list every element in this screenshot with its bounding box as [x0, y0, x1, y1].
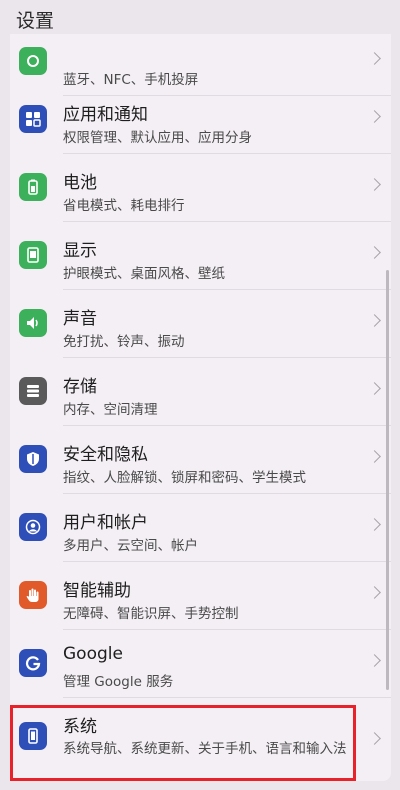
chevron-right-icon	[368, 586, 381, 599]
item-title: 智能辅助	[63, 581, 131, 601]
item-subtitle: 内存、空间清理	[63, 402, 158, 418]
chevron-right-icon	[368, 450, 381, 463]
item-subtitle: 护眼模式、桌面风格、壁纸	[63, 266, 225, 282]
chevron-right-icon	[368, 518, 381, 531]
shield-icon	[19, 445, 47, 473]
chevron-right-icon	[368, 314, 381, 327]
item-subtitle: 权限管理、默认应用、应用分身	[63, 130, 252, 146]
chevron-right-icon	[368, 246, 381, 259]
settings-item-apps[interactable]: 应用和通知 权限管理、默认应用、应用分身	[10, 86, 391, 154]
apps-grid-icon	[19, 105, 47, 133]
item-title: Google	[63, 644, 123, 664]
settings-item-accessibility[interactable]: 智能辅助 无障碍、智能识屏、手势控制	[10, 562, 391, 630]
settings-card: 蓝牙、NFC、手机投屏 应用和通知 权限管理、默认应用、应用分身 电池 省电模式…	[10, 16, 391, 781]
chevron-right-icon	[368, 52, 381, 65]
item-title: 用户和帐户	[63, 513, 148, 533]
item-subtitle: 指纹、人脸解锁、锁屏和密码、学生模式	[63, 470, 306, 486]
chevron-right-icon	[368, 732, 381, 745]
hand-icon	[19, 581, 47, 609]
chevron-right-icon	[368, 654, 381, 667]
item-title: 应用和通知	[63, 105, 148, 125]
item-subtitle: 省电模式、耗电排行	[63, 198, 185, 214]
item-title: 存储	[63, 377, 97, 397]
item-subtitle: 多用户、云空间、帐户	[63, 538, 198, 554]
battery-icon	[19, 173, 47, 201]
item-subtitle: 无障碍、智能识屏、手势控制	[63, 606, 239, 622]
settings-item-google[interactable]: Google 管理 Google 服务	[10, 630, 391, 698]
item-subtitle: 管理 Google 服务	[63, 674, 174, 690]
settings-item-users[interactable]: 用户和帐户 多用户、云空间、帐户	[10, 494, 391, 562]
user-icon	[19, 513, 47, 541]
highlight-box	[10, 705, 356, 781]
item-title: 电池	[63, 173, 97, 193]
storage-icon	[19, 377, 47, 405]
speaker-icon	[19, 309, 47, 337]
header: 设置	[0, 0, 400, 34]
item-subtitle: 蓝牙、NFC、手机投屏	[63, 72, 199, 88]
link-icon	[19, 47, 47, 75]
settings-item-storage[interactable]: 存储 内存、空间清理	[10, 358, 391, 426]
chevron-right-icon	[368, 110, 381, 123]
settings-screen: 设置 蓝牙、NFC、手机投屏 应用和通知 权限管理、默认应用、应用分身 电池 省…	[0, 0, 400, 790]
settings-item-display[interactable]: 显示 护眼模式、桌面风格、壁纸	[10, 222, 391, 290]
settings-item-battery[interactable]: 电池 省电模式、耗电排行	[10, 154, 391, 222]
google-icon	[19, 649, 47, 677]
settings-item-sound[interactable]: 声音 免打扰、铃声、振动	[10, 290, 391, 358]
chevron-right-icon	[368, 178, 381, 191]
item-title: 安全和隐私	[63, 445, 148, 465]
chevron-right-icon	[368, 382, 381, 395]
settings-item-security[interactable]: 安全和隐私 指纹、人脸解锁、锁屏和密码、学生模式	[10, 426, 391, 494]
item-subtitle: 免打扰、铃声、振动	[63, 334, 185, 350]
page-title: 设置	[16, 10, 55, 32]
scrollbar[interactable]	[386, 270, 389, 690]
item-title: 显示	[63, 241, 97, 261]
display-icon	[19, 241, 47, 269]
item-title: 声音	[63, 309, 97, 329]
